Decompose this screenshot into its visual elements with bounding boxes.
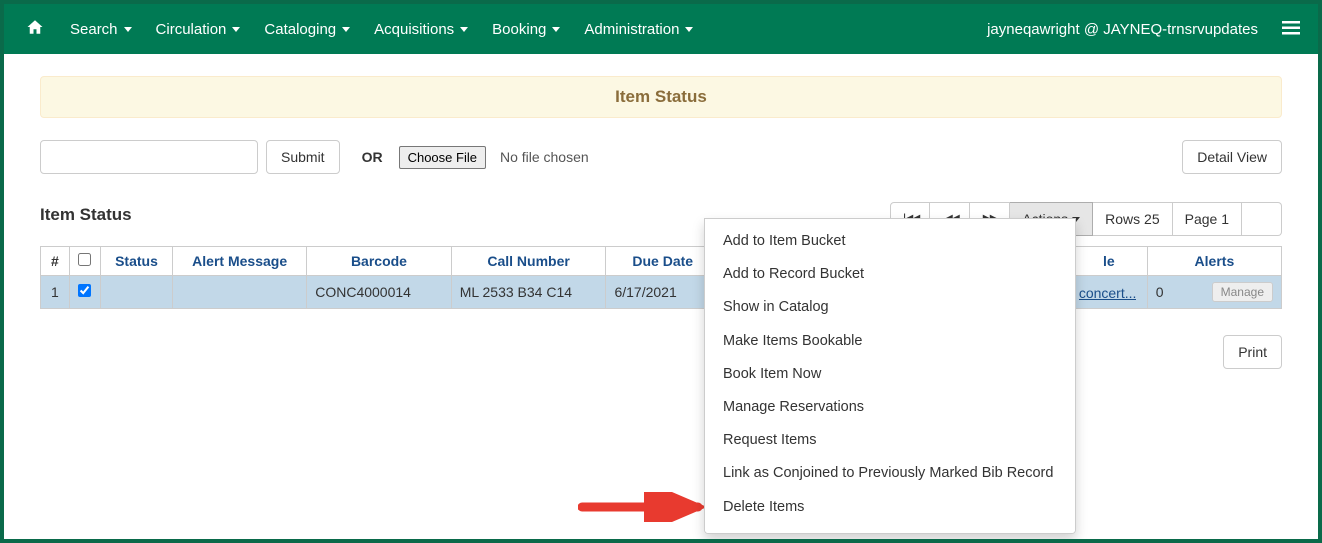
nav-label: Cataloging: [264, 21, 336, 38]
caret-down-icon: [460, 27, 468, 32]
action-request-items[interactable]: Request Items: [705, 424, 1075, 457]
annotation-arrow-icon: [578, 492, 718, 522]
caret-down-icon: [552, 27, 560, 32]
nav-booking[interactable]: Booking: [480, 4, 572, 54]
caret-down-icon: [342, 27, 350, 32]
caret-down-icon: [124, 27, 132, 32]
nav-administration[interactable]: Administration: [572, 4, 705, 54]
manage-alerts-button[interactable]: Manage: [1212, 282, 1273, 302]
submit-button[interactable]: Submit: [266, 140, 340, 174]
nav-label: Acquisitions: [374, 21, 454, 38]
row-checkbox[interactable]: [78, 284, 91, 297]
nav-cataloging[interactable]: Cataloging: [252, 4, 362, 54]
action-manage-reservations[interactable]: Manage Reservations: [705, 391, 1075, 424]
table-row[interactable]: 1 CONC4000014 ML 2533 B34 C14 6/17/2021 …: [41, 276, 1282, 309]
col-status[interactable]: Status: [100, 247, 172, 276]
nav-label: Administration: [584, 21, 679, 38]
select-all-checkbox[interactable]: [78, 253, 91, 266]
cell-rownum: 1: [41, 276, 70, 309]
action-make-bookable[interactable]: Make Items Bookable: [705, 325, 1075, 358]
col-due-date[interactable]: Due Date: [606, 247, 720, 276]
hamburger-icon[interactable]: [1272, 19, 1310, 40]
or-label: OR: [362, 149, 383, 165]
action-add-record-bucket[interactable]: Add to Record Bucket: [705, 258, 1075, 291]
cell-title: concert...: [1070, 276, 1147, 309]
nav-label: Search: [70, 21, 118, 38]
cell-due-date: 6/17/2021: [606, 276, 720, 309]
caret-down-icon: [232, 27, 240, 32]
cell-call-number: ML 2533 B34 C14: [451, 276, 606, 309]
caret-down-icon: [685, 27, 693, 32]
action-delete-items[interactable]: Delete Items: [705, 491, 1075, 524]
action-add-item-bucket[interactable]: Add to Item Bucket: [705, 225, 1075, 258]
detail-view-button[interactable]: Detail View: [1182, 140, 1282, 174]
actions-dropdown: Add to Item Bucket Add to Record Bucket …: [704, 218, 1076, 534]
user-label[interactable]: jayneqawright @ JAYNEQ-trnsrvupdates: [973, 21, 1272, 38]
action-check-in[interactable]: Check In Items: [705, 524, 1075, 534]
choose-file-button[interactable]: Choose File: [399, 146, 486, 169]
search-row: Submit OR Choose File No file chosen Det…: [40, 140, 1282, 174]
nav-label: Circulation: [156, 21, 227, 38]
barcode-input[interactable]: [40, 140, 258, 174]
page-button[interactable]: Page 1: [1173, 202, 1242, 236]
column-picker-button[interactable]: [1242, 202, 1282, 236]
col-alerts[interactable]: Alerts: [1147, 247, 1281, 276]
col-rownum[interactable]: #: [41, 247, 70, 276]
col-alert-message[interactable]: Alert Message: [173, 247, 307, 276]
col-call-number[interactable]: Call Number: [451, 247, 606, 276]
cell-checkbox: [69, 276, 100, 309]
cell-alerts: 0 Manage: [1147, 276, 1281, 309]
page-label: Page 1: [1185, 211, 1229, 227]
col-select-all[interactable]: [69, 247, 100, 276]
nav-search[interactable]: Search: [58, 4, 144, 54]
section-title: Item Status: [40, 205, 132, 225]
col-title[interactable]: le: [1070, 247, 1147, 276]
file-status: No file chosen: [500, 149, 589, 165]
rows-button[interactable]: Rows 25: [1093, 202, 1172, 236]
cell-alert-message: [173, 276, 307, 309]
alerts-count: 0: [1156, 284, 1164, 300]
nav-circulation[interactable]: Circulation: [144, 4, 253, 54]
col-barcode[interactable]: Barcode: [307, 247, 451, 276]
nav-acquisitions[interactable]: Acquisitions: [362, 4, 480, 54]
action-show-catalog[interactable]: Show in Catalog: [705, 291, 1075, 324]
home-icon[interactable]: [12, 18, 58, 41]
action-book-now[interactable]: Book Item Now: [705, 358, 1075, 391]
page-banner: Item Status: [40, 76, 1282, 118]
items-table: # Status Alert Message Barcode Call Numb…: [40, 246, 1282, 309]
cell-status: [100, 276, 172, 309]
top-navbar: Search Circulation Cataloging Acquisitio…: [4, 4, 1318, 54]
print-button[interactable]: Print: [1223, 335, 1282, 369]
rows-label: Rows 25: [1105, 211, 1159, 227]
cell-barcode: CONC4000014: [307, 276, 451, 309]
nav-label: Booking: [492, 21, 546, 38]
title-link[interactable]: concert...: [1079, 285, 1137, 301]
action-link-conjoined[interactable]: Link as Conjoined to Previously Marked B…: [705, 457, 1075, 490]
